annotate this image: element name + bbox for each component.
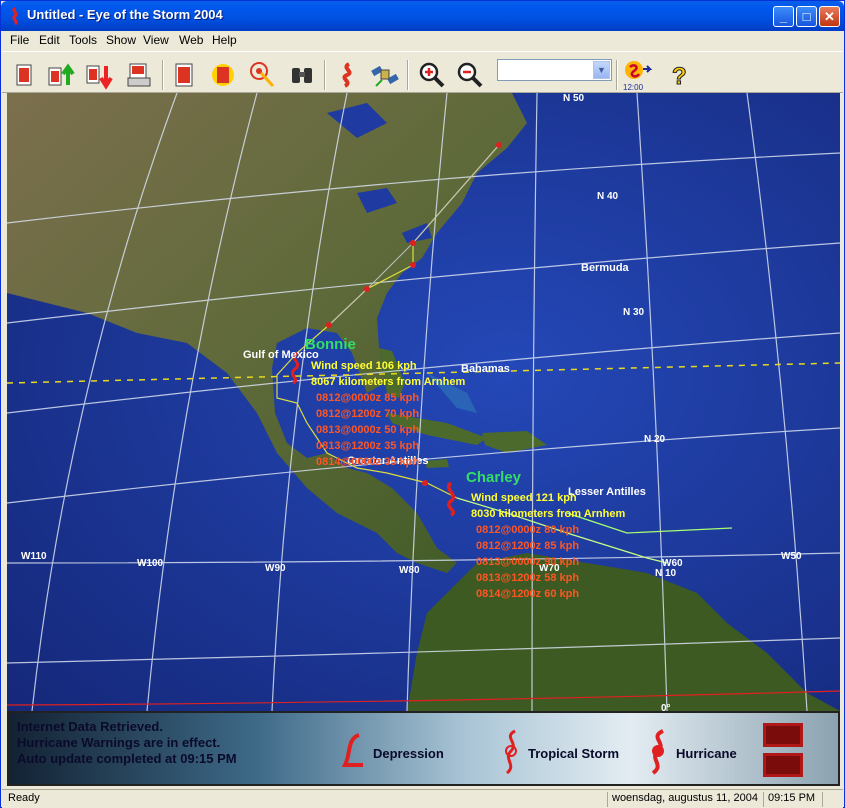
message-line: Auto update completed at 09:15 PM bbox=[17, 751, 237, 766]
place-label: Bahamas bbox=[461, 363, 510, 375]
status-bar: Ready woensdag, augustus 11, 2004 09:15 … bbox=[2, 789, 843, 808]
new-storm-icon[interactable] bbox=[10, 60, 40, 90]
lon-label: W100 bbox=[137, 558, 164, 569]
import-up-icon[interactable] bbox=[46, 60, 76, 90]
menu-view[interactable]: View bbox=[143, 33, 169, 47]
hurricane-symbol-icon[interactable] bbox=[333, 60, 363, 90]
help-icon[interactable]: ? bbox=[664, 60, 694, 91]
status-date: woensdag, augustus 11, 2004 bbox=[607, 792, 758, 807]
storm-edit-icon[interactable] bbox=[170, 60, 200, 90]
message-line: Hurricane Warnings are in effect. bbox=[17, 735, 221, 750]
print-list-icon[interactable] bbox=[124, 60, 154, 90]
forecast-bonnie: 0813@0000z 50 kph bbox=[316, 424, 419, 436]
minimize-button[interactable]: _ bbox=[773, 6, 794, 27]
animation-time: 12:00 bbox=[623, 83, 644, 92]
menu-show[interactable]: Show bbox=[106, 33, 136, 47]
menu-tools[interactable]: Tools bbox=[69, 33, 97, 47]
hurricane-app-icon bbox=[12, 7, 18, 25]
place-label: Lesser Antilles bbox=[568, 486, 646, 498]
forecast-bonnie: 0813@1200z 35 kph bbox=[316, 440, 419, 452]
tropical-storm-icon bbox=[505, 729, 517, 775]
toolbar-separator bbox=[324, 60, 326, 90]
toolbar-separator bbox=[162, 60, 164, 90]
status-messages: Internet Data Retrieved. Hurricane Warni… bbox=[17, 719, 237, 767]
zoom-out-icon[interactable] bbox=[455, 60, 485, 90]
message-line: Internet Data Retrieved. bbox=[17, 719, 163, 734]
menu-file[interactable]: File bbox=[10, 33, 29, 47]
legend-hurricane: Hurricane bbox=[676, 746, 737, 761]
storm-wind-charley: Wind speed 121 kph bbox=[471, 492, 577, 504]
zoom-in-icon[interactable] bbox=[417, 60, 447, 90]
lon-label: W50 bbox=[781, 551, 802, 562]
window-title: Untitled - Eye of the Storm 2004 bbox=[27, 7, 223, 22]
binoculars-icon[interactable] bbox=[287, 60, 317, 90]
lat-label: 0° bbox=[661, 703, 671, 711]
status-time: 09:15 PM bbox=[763, 792, 815, 807]
lon-label: W80 bbox=[399, 565, 420, 576]
toolbar-separator bbox=[407, 60, 409, 90]
toolbar: ▼ 12:00 ? bbox=[2, 51, 843, 93]
svg-text:?: ? bbox=[672, 63, 687, 90]
storm-name-bonnie[interactable]: Bonnie bbox=[305, 336, 356, 353]
forecast-bonnie: 0814@0000z 35 kph bbox=[316, 456, 419, 468]
hurricane-icon bbox=[651, 729, 664, 775]
storm-wind-bonnie: Wind speed 106 kph bbox=[311, 360, 417, 372]
storm-select-dropdown[interactable]: ▼ bbox=[497, 59, 612, 81]
maximize-button[interactable]: □ bbox=[796, 6, 817, 27]
lat-label: N 10 bbox=[655, 568, 677, 579]
lat-label: N 30 bbox=[623, 307, 645, 318]
forecast-bonnie: 0812@0000z 85 kph bbox=[316, 392, 419, 404]
lon-label: W60 bbox=[662, 558, 683, 569]
storm-distance-charley: 8030 kilometers from Arnhem bbox=[471, 508, 625, 520]
lat-label: N 20 bbox=[644, 434, 666, 445]
menu-web[interactable]: Web bbox=[179, 33, 203, 47]
toolbar-separator bbox=[616, 60, 618, 90]
depression-icon bbox=[341, 733, 363, 767]
resize-grip[interactable] bbox=[822, 792, 827, 807]
alert-indicator-top[interactable] bbox=[763, 723, 803, 747]
export-down-icon[interactable] bbox=[84, 60, 114, 90]
lat-label: N 40 bbox=[597, 191, 619, 202]
radar-icon[interactable] bbox=[248, 60, 278, 90]
menu-help[interactable]: Help bbox=[212, 33, 237, 47]
menu-bar: File Edit Tools Show View Web Help bbox=[2, 31, 843, 51]
main-window: Untitled - Eye of the Storm 2004 _ □ ✕ F… bbox=[0, 0, 845, 808]
forecast-charley: 0813@1200z 58 kph bbox=[476, 572, 579, 584]
legend-depression: Depression bbox=[373, 746, 444, 761]
status-text: Ready bbox=[8, 792, 40, 804]
storm-distance-bonnie: 8067 kilometers from Arnhem bbox=[311, 376, 465, 388]
forecast-charley: 0813@0000z 90 kph bbox=[476, 556, 579, 568]
storm-map[interactable]: N 50 N 40 N 30 N 20 N 10 0° W110 W100 W9… bbox=[7, 93, 840, 711]
lat-label: N 50 bbox=[563, 93, 585, 104]
storm-track-icon[interactable] bbox=[208, 60, 238, 90]
close-button[interactable]: ✕ bbox=[819, 6, 840, 27]
forecast-charley: 0814@1200z 60 kph bbox=[476, 588, 579, 600]
forecast-charley: 0812@1200z 85 kph bbox=[476, 540, 579, 552]
menu-edit[interactable]: Edit bbox=[39, 33, 60, 47]
forecast-bonnie: 0812@1200z 70 kph bbox=[316, 408, 419, 420]
satellite-icon[interactable] bbox=[370, 60, 400, 90]
title-bar[interactable]: Untitled - Eye of the Storm 2004 _ □ ✕ bbox=[1, 1, 844, 31]
alert-indicator-bottom[interactable] bbox=[763, 753, 803, 777]
legend-tropical-storm: Tropical Storm bbox=[528, 746, 620, 761]
forecast-charley: 0812@0000z 80 kph bbox=[476, 524, 579, 536]
lon-label: W90 bbox=[265, 563, 286, 574]
map-canvas[interactable]: N 50 N 40 N 30 N 20 N 10 0° W110 W100 W9… bbox=[7, 93, 840, 711]
lon-label: W110 bbox=[21, 551, 47, 562]
place-label: Bermuda bbox=[581, 262, 630, 274]
storm-name-charley[interactable]: Charley bbox=[466, 469, 522, 486]
chevron-down-icon[interactable]: ▼ bbox=[593, 61, 610, 79]
legend-bar: Internet Data Retrieved. Hurricane Warni… bbox=[7, 711, 840, 786]
